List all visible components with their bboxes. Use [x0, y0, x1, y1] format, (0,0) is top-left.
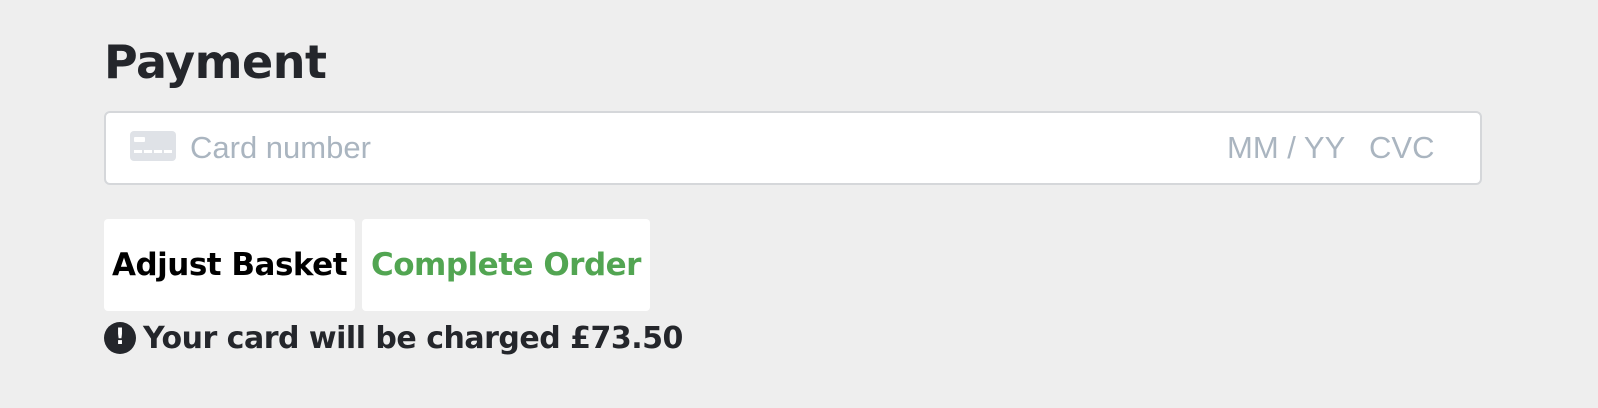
exclamation-circle-icon: !	[104, 322, 136, 354]
credit-card-icon	[130, 131, 176, 161]
page-title: Payment	[104, 35, 327, 89]
charge-notice: ! Your card will be charged £73.50	[104, 316, 683, 360]
card-payment-field[interactable]	[104, 111, 1482, 185]
charge-notice-text: Your card will be charged £73.50	[143, 320, 683, 356]
card-number-input[interactable]	[190, 123, 1090, 173]
adjust-basket-button[interactable]: Adjust Basket	[104, 219, 355, 311]
complete-order-button[interactable]: Complete Order	[362, 219, 650, 311]
card-cvc-input[interactable]	[1369, 123, 1449, 173]
card-expiry-input[interactable]	[1227, 123, 1357, 173]
